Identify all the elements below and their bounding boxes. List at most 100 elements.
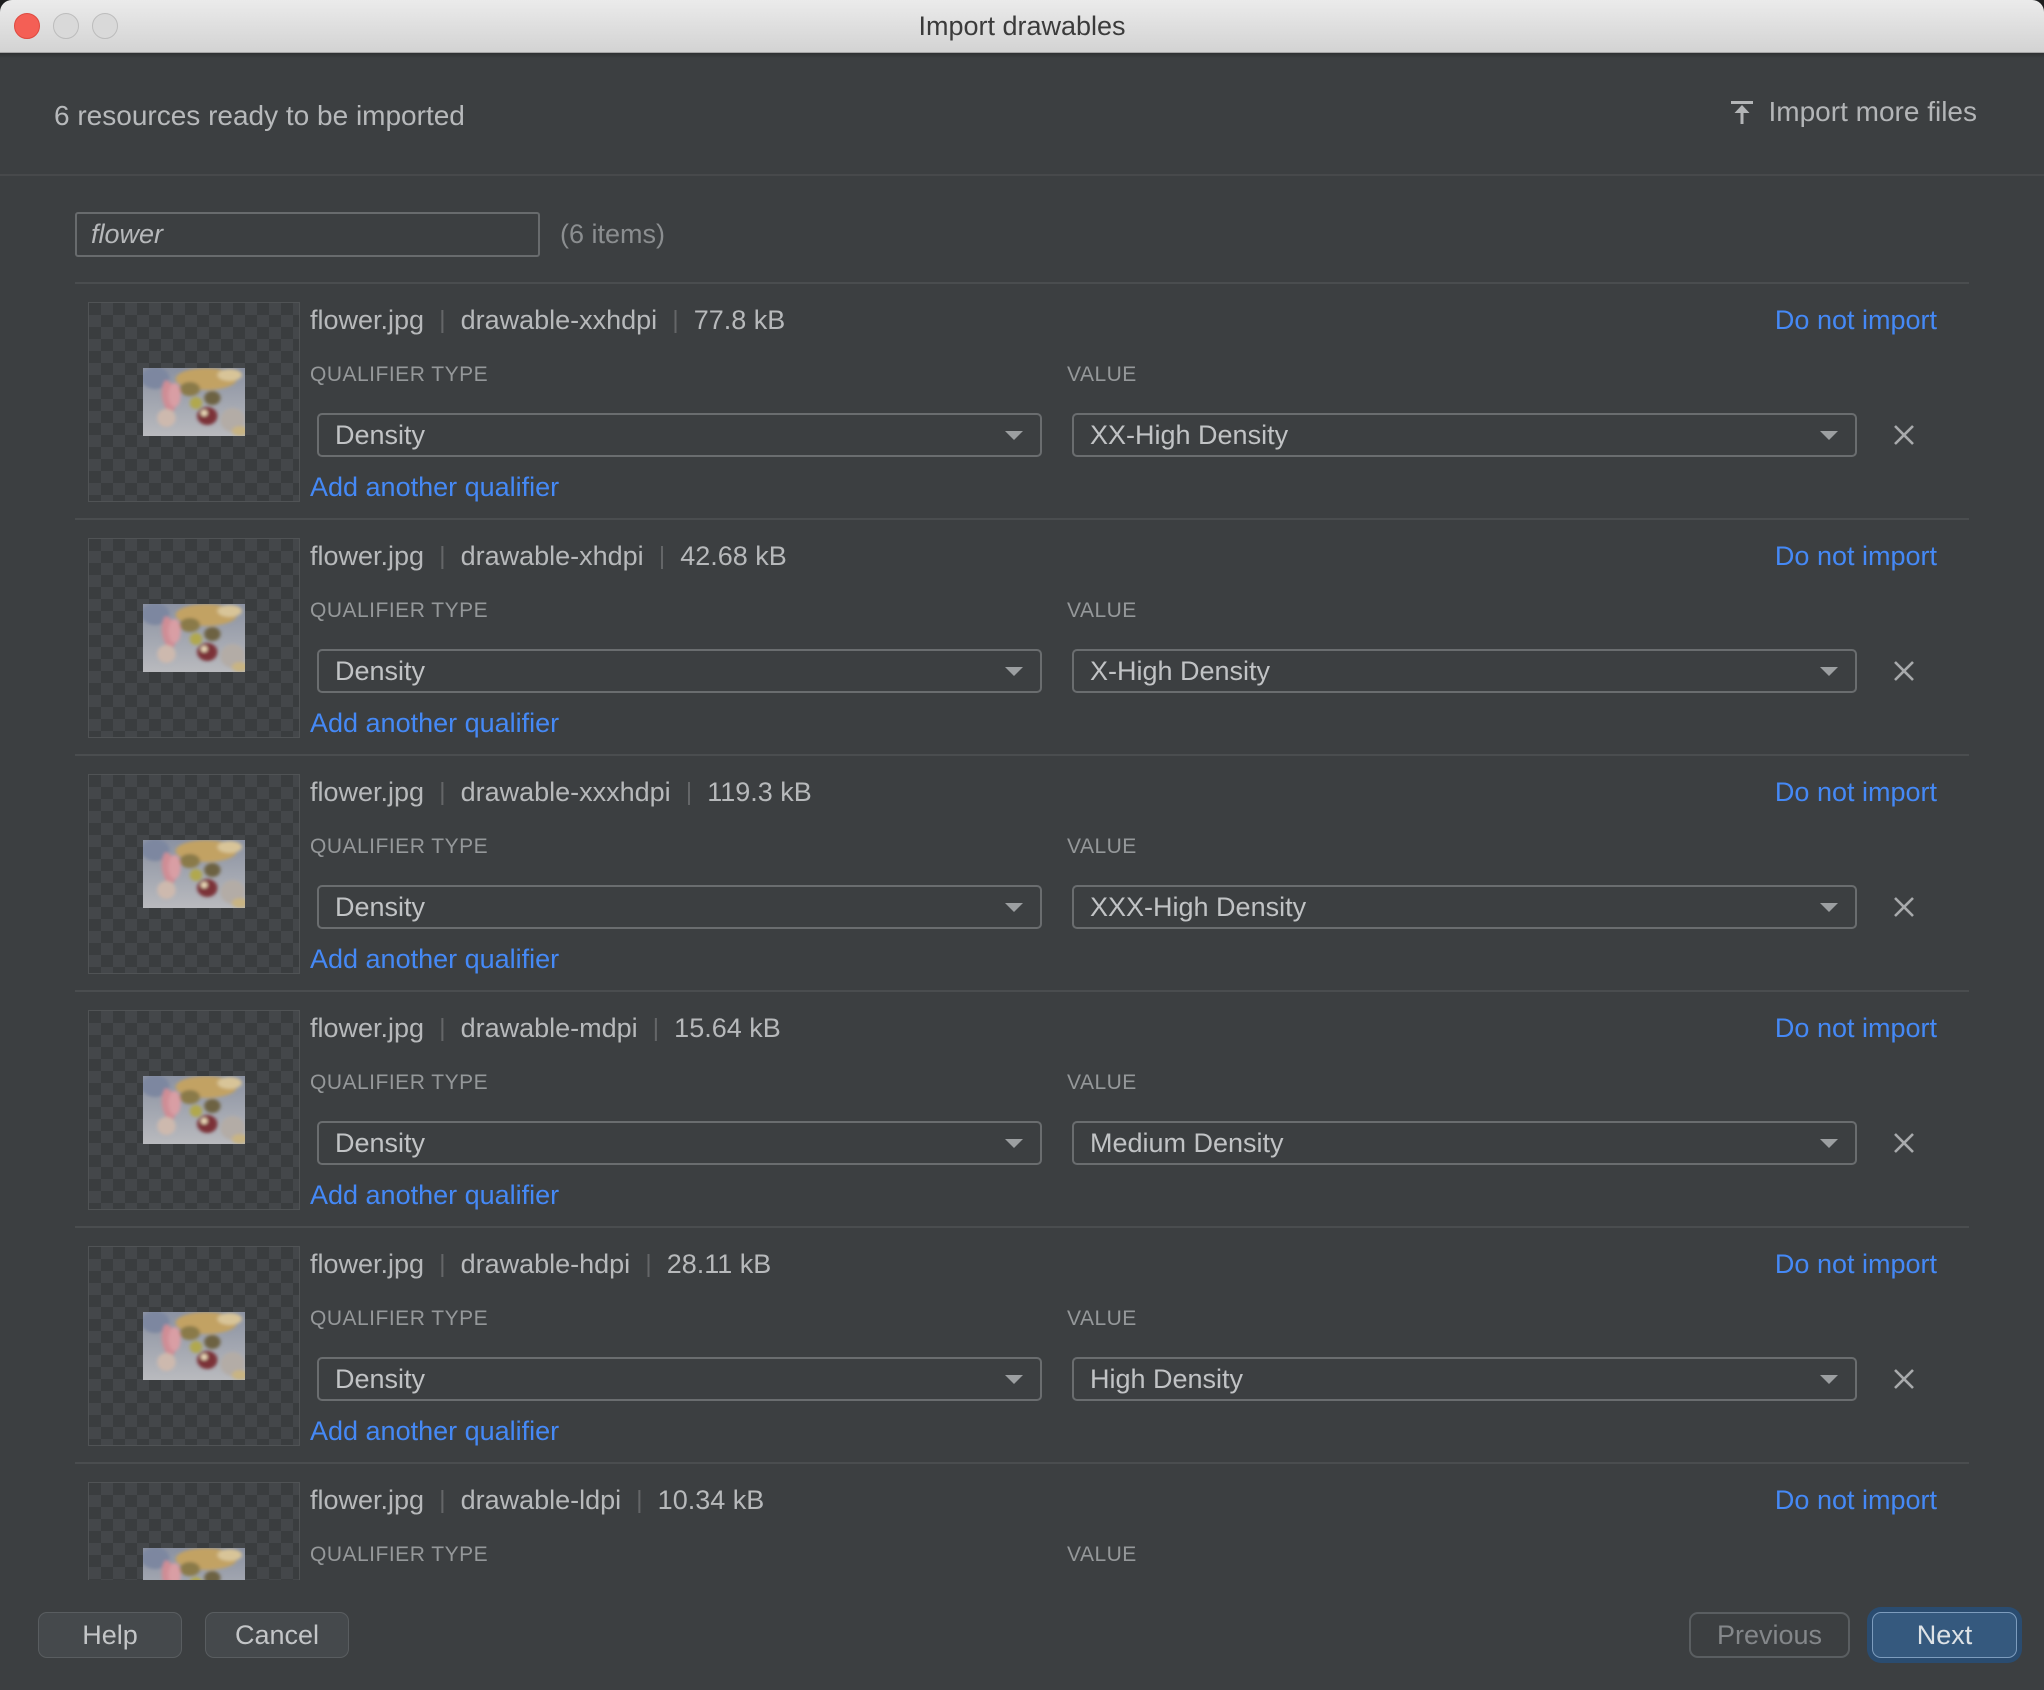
add-another-qualifier-link[interactable]: Add another qualifier	[310, 1178, 559, 1212]
close-icon	[1889, 1364, 1919, 1394]
thumbnail	[88, 1010, 300, 1210]
remove-qualifier-button[interactable]	[1880, 885, 1928, 929]
chevron-down-icon	[1004, 1374, 1024, 1385]
qualifier-type-dropdown[interactable]: Density	[317, 1357, 1042, 1401]
thumbnail-image	[143, 1312, 245, 1380]
value-label: VALUE	[1067, 360, 1137, 390]
divider: |	[439, 778, 446, 807]
value-dropdown[interactable]: XX-High Density	[1072, 413, 1857, 457]
chevron-down-icon	[1004, 430, 1024, 441]
folder-name: drawable-xhdpi	[461, 541, 644, 572]
next-button[interactable]: Next	[1872, 1612, 2017, 1658]
value-dropdown[interactable]: High Density	[1072, 1357, 1857, 1401]
qualifier-type-label: QUALIFIER TYPE	[310, 1540, 488, 1570]
thumbnail	[88, 774, 300, 974]
value-dropdown[interactable]: XXX-High Density	[1072, 885, 1857, 929]
folder-name: drawable-xxhdpi	[461, 305, 658, 336]
resource-row: flower.jpg | drawable-hdpi | 28.11 kB Do…	[75, 1226, 1969, 1462]
thumbnail-image	[143, 1076, 245, 1144]
add-another-qualifier-link[interactable]: Add another qualifier	[310, 706, 559, 740]
qualifier-type-selected: Density	[335, 1128, 425, 1159]
resource-row: flower.jpg | drawable-xhdpi | 42.68 kB D…	[75, 518, 1969, 754]
file-size: 10.34 kB	[658, 1485, 765, 1516]
resources-summary: 6 resources ready to be imported	[54, 100, 465, 132]
value-selected: Medium Density	[1090, 1128, 1284, 1159]
folder-name: drawable-xxxhdpi	[461, 777, 671, 808]
remove-qualifier-button[interactable]	[1880, 413, 1928, 457]
resource-row: flower.jpg | drawable-mdpi | 15.64 kB Do…	[75, 990, 1969, 1226]
file-name: flower.jpg	[310, 305, 424, 336]
close-icon	[1889, 1128, 1919, 1158]
qualifier-type-label: QUALIFIER TYPE	[310, 832, 488, 862]
add-another-qualifier-link[interactable]: Add another qualifier	[310, 1414, 559, 1448]
filter-input[interactable]	[75, 212, 540, 257]
qualifier-type-dropdown[interactable]: Density	[317, 885, 1042, 929]
chevron-down-icon	[1819, 430, 1839, 441]
divider: |	[439, 542, 446, 571]
qualifier-type-dropdown[interactable]: Density	[317, 649, 1042, 693]
do-not-import-link[interactable]: Do not import	[1775, 538, 1937, 574]
qualifier-type-label: QUALIFIER TYPE	[310, 1304, 488, 1334]
remove-qualifier-button[interactable]	[1880, 1357, 1928, 1401]
remove-qualifier-button[interactable]	[1880, 1121, 1928, 1165]
thumbnail	[88, 302, 300, 502]
file-name: flower.jpg	[310, 1249, 424, 1280]
remove-qualifier-button[interactable]	[1880, 649, 1928, 693]
thumbnail-image	[143, 1548, 245, 1580]
qualifier-type-selected: Density	[335, 656, 425, 687]
resource-row: flower.jpg | drawable-xxxhdpi | 119.3 kB…	[75, 754, 1969, 990]
qualifier-type-selected: Density	[335, 1364, 425, 1395]
divider: |	[653, 1014, 660, 1043]
file-size: 119.3 kB	[707, 777, 812, 808]
add-another-qualifier-link[interactable]: Add another qualifier	[310, 942, 559, 976]
divider: |	[439, 1250, 446, 1279]
divider: |	[672, 306, 679, 335]
chevron-down-icon	[1819, 666, 1839, 677]
file-name: flower.jpg	[310, 1013, 424, 1044]
folder-name: drawable-ldpi	[461, 1485, 622, 1516]
qualifier-type-dropdown[interactable]: Density	[317, 1121, 1042, 1165]
import-more-files-button[interactable]: Import more files	[1727, 96, 1978, 128]
value-selected: X-High Density	[1090, 656, 1270, 687]
divider: |	[636, 1486, 643, 1515]
file-title-line: flower.jpg | drawable-ldpi | 10.34 kB	[310, 1482, 764, 1518]
do-not-import-link[interactable]: Do not import	[1775, 774, 1937, 810]
value-dropdown[interactable]: X-High Density	[1072, 649, 1857, 693]
close-icon	[1889, 892, 1919, 922]
chevron-down-icon	[1819, 1138, 1839, 1149]
thumbnail	[88, 538, 300, 738]
import-more-files-label: Import more files	[1769, 96, 1978, 128]
header-divider	[0, 174, 2044, 176]
divider: |	[439, 1014, 446, 1043]
chevron-down-icon	[1819, 902, 1839, 913]
file-size: 15.64 kB	[674, 1013, 781, 1044]
file-title-line: flower.jpg | drawable-xxhdpi | 77.8 kB	[310, 302, 785, 338]
cancel-button[interactable]: Cancel	[205, 1612, 349, 1658]
file-name: flower.jpg	[310, 777, 424, 808]
thumbnail-image	[143, 840, 245, 908]
value-dropdown[interactable]: Medium Density	[1072, 1121, 1857, 1165]
help-button[interactable]: Help	[38, 1612, 182, 1658]
footer: Help Cancel Previous Next	[0, 1580, 2044, 1690]
qualifier-type-selected: Density	[335, 892, 425, 923]
do-not-import-link[interactable]: Do not import	[1775, 1010, 1937, 1046]
import-drawables-dialog: Import drawables 6 resources ready to be…	[0, 0, 2044, 1690]
folder-name: drawable-mdpi	[461, 1013, 638, 1044]
value-label: VALUE	[1067, 1540, 1137, 1570]
do-not-import-link[interactable]: Do not import	[1775, 1482, 1937, 1518]
file-size: 28.11 kB	[667, 1249, 772, 1280]
value-label: VALUE	[1067, 1068, 1137, 1098]
do-not-import-link[interactable]: Do not import	[1775, 1246, 1937, 1282]
previous-button[interactable]: Previous	[1689, 1612, 1850, 1658]
value-label: VALUE	[1067, 596, 1137, 626]
do-not-import-link[interactable]: Do not import	[1775, 302, 1937, 338]
chevron-down-icon	[1004, 902, 1024, 913]
qualifier-type-dropdown[interactable]: Density	[317, 413, 1042, 457]
titlebar: Import drawables	[0, 0, 2044, 53]
thumbnail	[88, 1246, 300, 1446]
thumbnail	[88, 1482, 300, 1580]
value-label: VALUE	[1067, 1304, 1137, 1334]
resource-row: flower.jpg | drawable-ldpi | 10.34 kB Do…	[75, 1462, 1969, 1580]
add-another-qualifier-link[interactable]: Add another qualifier	[310, 470, 559, 504]
value-selected: XXX-High Density	[1090, 892, 1306, 923]
